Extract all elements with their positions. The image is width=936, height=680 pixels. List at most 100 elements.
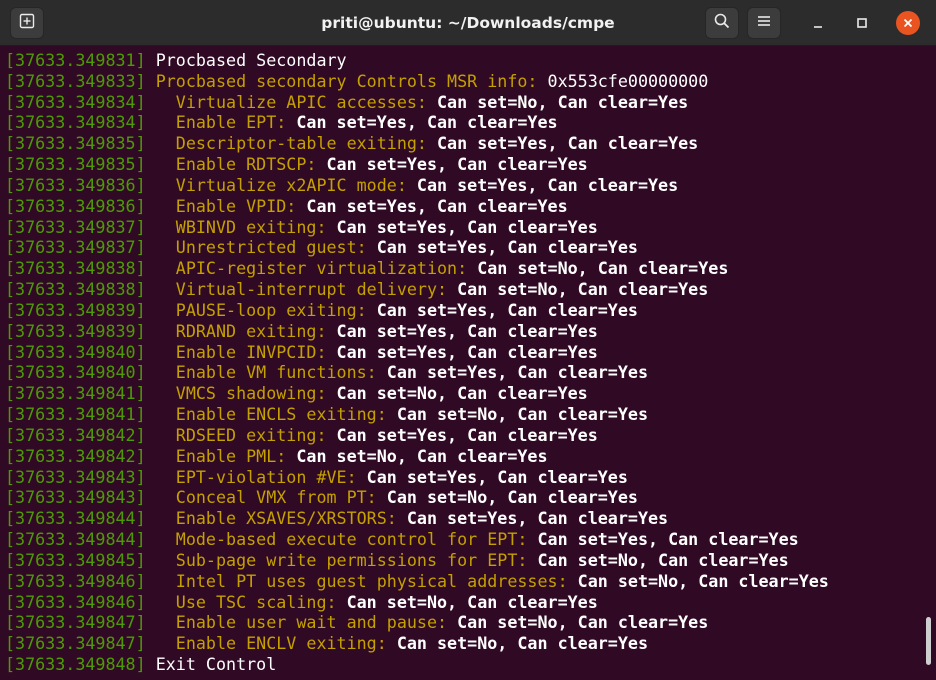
new-tab-button[interactable] (10, 7, 44, 39)
maximize-button[interactable] (851, 12, 873, 34)
terminal-line: [37633.349834] Enable EPT: Can set=Yes, … (0, 112, 922, 133)
log-timestamp: [37633.349833] (5, 70, 146, 91)
terminal-line: [37633.349845] Sub-page write permission… (0, 550, 922, 571)
terminal-line: [37633.349835] Enable RDTSCP: Can set=Ye… (0, 154, 922, 175)
log-field-value: Can set=No, Can clear=Yes (336, 591, 598, 612)
terminal-window: priti@ubuntu: ~/Downloads/cmpe [37633.34… (0, 0, 936, 680)
terminal-line: [37633.349846] Intel PT uses guest physi… (0, 571, 922, 592)
log-timestamp: [37633.349837] (5, 216, 146, 237)
log-field-name: Mode-based execute control for EPT: (145, 529, 528, 550)
log-field-value: Can set=Yes, Can clear=Yes (396, 508, 669, 529)
log-field-name: Procbased secondary Controls MSR info: (145, 70, 548, 91)
menu-button[interactable] (747, 7, 781, 39)
log-timestamp: [37633.349842] (5, 424, 146, 445)
log-timestamp: [37633.349845] (5, 549, 146, 570)
close-icon (902, 14, 914, 33)
log-field-value: Can set=No, Can clear=Yes (447, 612, 709, 633)
log-timestamp: [37633.349847] (5, 633, 146, 654)
terminal-line: [37633.349836] Enable VPID: Can set=Yes,… (0, 196, 922, 217)
terminal-line: [37633.349840] Enable INVPCID: Can set=Y… (0, 342, 922, 363)
log-timestamp: [37633.349844] (5, 508, 146, 529)
log-timestamp: [37633.349840] (5, 341, 146, 362)
log-field-value: Can set=No, Can clear=Yes (386, 633, 648, 654)
log-field-value: Can set=Yes, Can clear=Yes (326, 320, 598, 341)
log-field-value: Can set=Yes, Can clear=Yes (286, 112, 558, 133)
terminal-line: [37633.349842] Enable PML: Can set=No, C… (0, 446, 922, 467)
log-field-name: Enable VM functions: (145, 362, 377, 383)
log-timestamp: [37633.349836] (5, 174, 146, 195)
log-timestamp: [37633.349841] (5, 404, 146, 425)
log-field-value: Can set=No, Can clear=Yes (467, 258, 729, 279)
log-timestamp: [37633.349838] (5, 279, 146, 300)
log-timestamp: [37633.349831] (5, 50, 146, 70)
terminal-line: [37633.349837] Unrestricted guest: Can s… (0, 237, 922, 258)
log-timestamp: [37633.349843] (5, 487, 146, 508)
log-field-value: Can set=Yes, Can clear=Yes (326, 216, 598, 237)
log-field-name: Virtualize APIC accesses: (145, 91, 427, 112)
log-field-value: Can set=No, Can clear=Yes (567, 570, 829, 591)
log-field-value: Can set=No, Can clear=Yes (376, 487, 638, 508)
hamburger-menu-icon (756, 13, 772, 33)
log-field-value: Can set=No, Can clear=Yes (286, 445, 548, 466)
log-timestamp: [37633.349840] (5, 362, 146, 383)
terminal-line: [37633.349841] Enable ENCLS exiting: Can… (0, 404, 922, 425)
log-field-value: Can set=Yes, Can clear=Yes (296, 195, 568, 216)
log-field-name: Procbased Secondary (145, 50, 347, 70)
terminal-line: [37633.349844] Enable XSAVES/XRSTORS: Ca… (0, 508, 922, 529)
title-bar[interactable]: priti@ubuntu: ~/Downloads/cmpe (0, 0, 936, 46)
log-field-name: Enable EPT: (145, 112, 287, 133)
log-field-name: Enable VPID: (145, 195, 297, 216)
log-field-name: Enable ENCLS exiting: (145, 404, 387, 425)
log-field-value: Can set=Yes, Can clear=Yes (316, 154, 588, 175)
scrollbar-thumb[interactable] (926, 617, 931, 665)
terminal-line: [37633.349847] Enable ENCLV exiting: Can… (0, 633, 922, 654)
log-field-value: Can set=No, Can clear=Yes (447, 279, 709, 300)
log-field-value: Can set=Yes, Can clear=Yes (326, 424, 598, 445)
terminal-line: [37633.349839] RDRAND exiting: Can set=Y… (0, 321, 922, 342)
terminal-line: [37633.349843] Conceal VMX from PT: Can … (0, 487, 922, 508)
log-field-name: Virtualize x2APIC mode: (145, 174, 407, 195)
minimize-icon (812, 14, 824, 33)
log-field-name: RDSEED exiting: (145, 424, 327, 445)
log-field-value: Can set=No, Can clear=Yes (426, 91, 689, 112)
log-timestamp: [37633.349839] (5, 320, 146, 341)
minimize-button[interactable] (807, 12, 829, 34)
scrollbar[interactable] (922, 47, 936, 680)
log-field-name: Conceal VMX from PT: (145, 487, 377, 508)
terminal-line: [37633.349848] Exit Control (0, 654, 922, 675)
log-field-name: RDRAND exiting: (145, 320, 327, 341)
terminal-line: [37633.349841] VMCS shadowing: Can set=N… (0, 383, 922, 404)
search-icon (713, 12, 731, 34)
log-field-value: Can set=No, Can clear=Yes (386, 404, 648, 425)
terminal-output[interactable]: [37633.349831] Procbased Secondary [37633… (0, 47, 922, 680)
log-timestamp: [37633.349847] (5, 612, 146, 633)
close-button[interactable] (896, 11, 920, 35)
log-field-name: Enable INVPCID: (145, 341, 327, 362)
log-field-name: Descriptor-table exiting: (145, 133, 427, 154)
log-field-value: Can set=Yes, Can clear=Yes (426, 133, 699, 154)
terminal-line: [37633.349831] Procbased Secondary (0, 50, 922, 71)
log-field-name: Enable PML: (145, 445, 287, 466)
log-field-name: Sub-page write permissions for EPT: (145, 549, 528, 570)
log-field-name: Intel PT uses guest physical addresses: (145, 570, 568, 591)
window-title: priti@ubuntu: ~/Downloads/cmpe (321, 14, 615, 32)
search-button[interactable] (705, 7, 739, 39)
log-timestamp: [37633.349842] (5, 445, 146, 466)
terminal-line: [37633.349833] Procbased secondary Contr… (0, 71, 922, 92)
maximize-icon (856, 14, 868, 33)
log-timestamp: [37633.349834] (5, 112, 146, 133)
terminal-line: [37633.349838] APIC-register virtualizat… (0, 258, 922, 279)
log-field-name: Enable ENCLV exiting: (145, 633, 387, 654)
terminal-line: [37633.349840] Enable VM functions: Can … (0, 362, 922, 383)
log-timestamp: [37633.349834] (5, 91, 146, 112)
log-timestamp: [37633.349838] (5, 258, 146, 279)
terminal-line: [37633.349835] Descriptor-table exiting:… (0, 133, 922, 154)
terminal-line: [37633.349838] Virtual-interrupt deliver… (0, 279, 922, 300)
log-timestamp: [37633.349848] (5, 654, 146, 675)
log-timestamp: [37633.349835] (5, 133, 146, 154)
log-timestamp: [37633.349835] (5, 154, 146, 175)
log-field-name: APIC-register virtualization: (145, 258, 468, 279)
log-field-value: Can set=Yes, Can clear=Yes (326, 341, 598, 362)
log-field-value: 0x553cfe00000000 (547, 70, 709, 91)
terminal-line: [37633.349836] Virtualize x2APIC mode: C… (0, 175, 922, 196)
